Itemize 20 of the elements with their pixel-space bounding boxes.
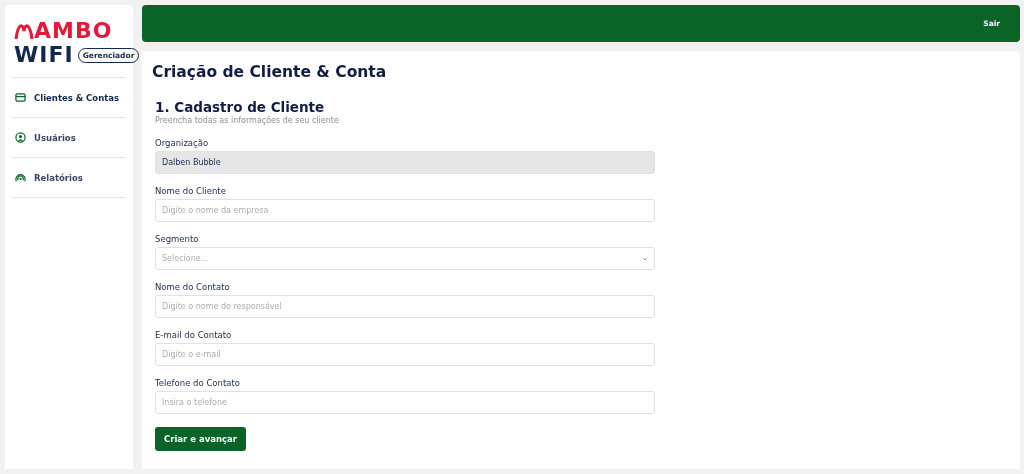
logo-text: WIFI	[14, 43, 74, 67]
page-title: Criação de Cliente & Conta	[152, 63, 388, 81]
section-title: 1. Cadastro de Cliente	[155, 99, 326, 115]
submit-button[interactable]: Criar e avançar	[155, 427, 246, 451]
user-icon	[15, 132, 26, 143]
field-label: Nome do Contato	[155, 282, 231, 292]
signal-icon	[15, 172, 26, 183]
chevron-icon	[642, 255, 648, 262]
card-icon	[15, 92, 26, 103]
field-label: Telefone do Contato	[155, 378, 241, 388]
section-subtitle: Preencha todas as informações de seu cliente	[155, 116, 340, 125]
field-label: E-mail do Contato	[155, 330, 233, 340]
field-label: Organização	[155, 138, 210, 148]
logo-text: AMBO	[34, 19, 113, 43]
sidebar-item[interactable]: Usuários	[12, 118, 126, 158]
sidebar-item[interactable]: Clientes & Contas	[12, 78, 126, 118]
field-label: Segmento	[155, 234, 200, 244]
sidebar-item[interactable]: Relatórios	[12, 158, 126, 198]
field-label: Nome do Cliente	[155, 186, 227, 196]
wave-icon	[14, 21, 34, 41]
